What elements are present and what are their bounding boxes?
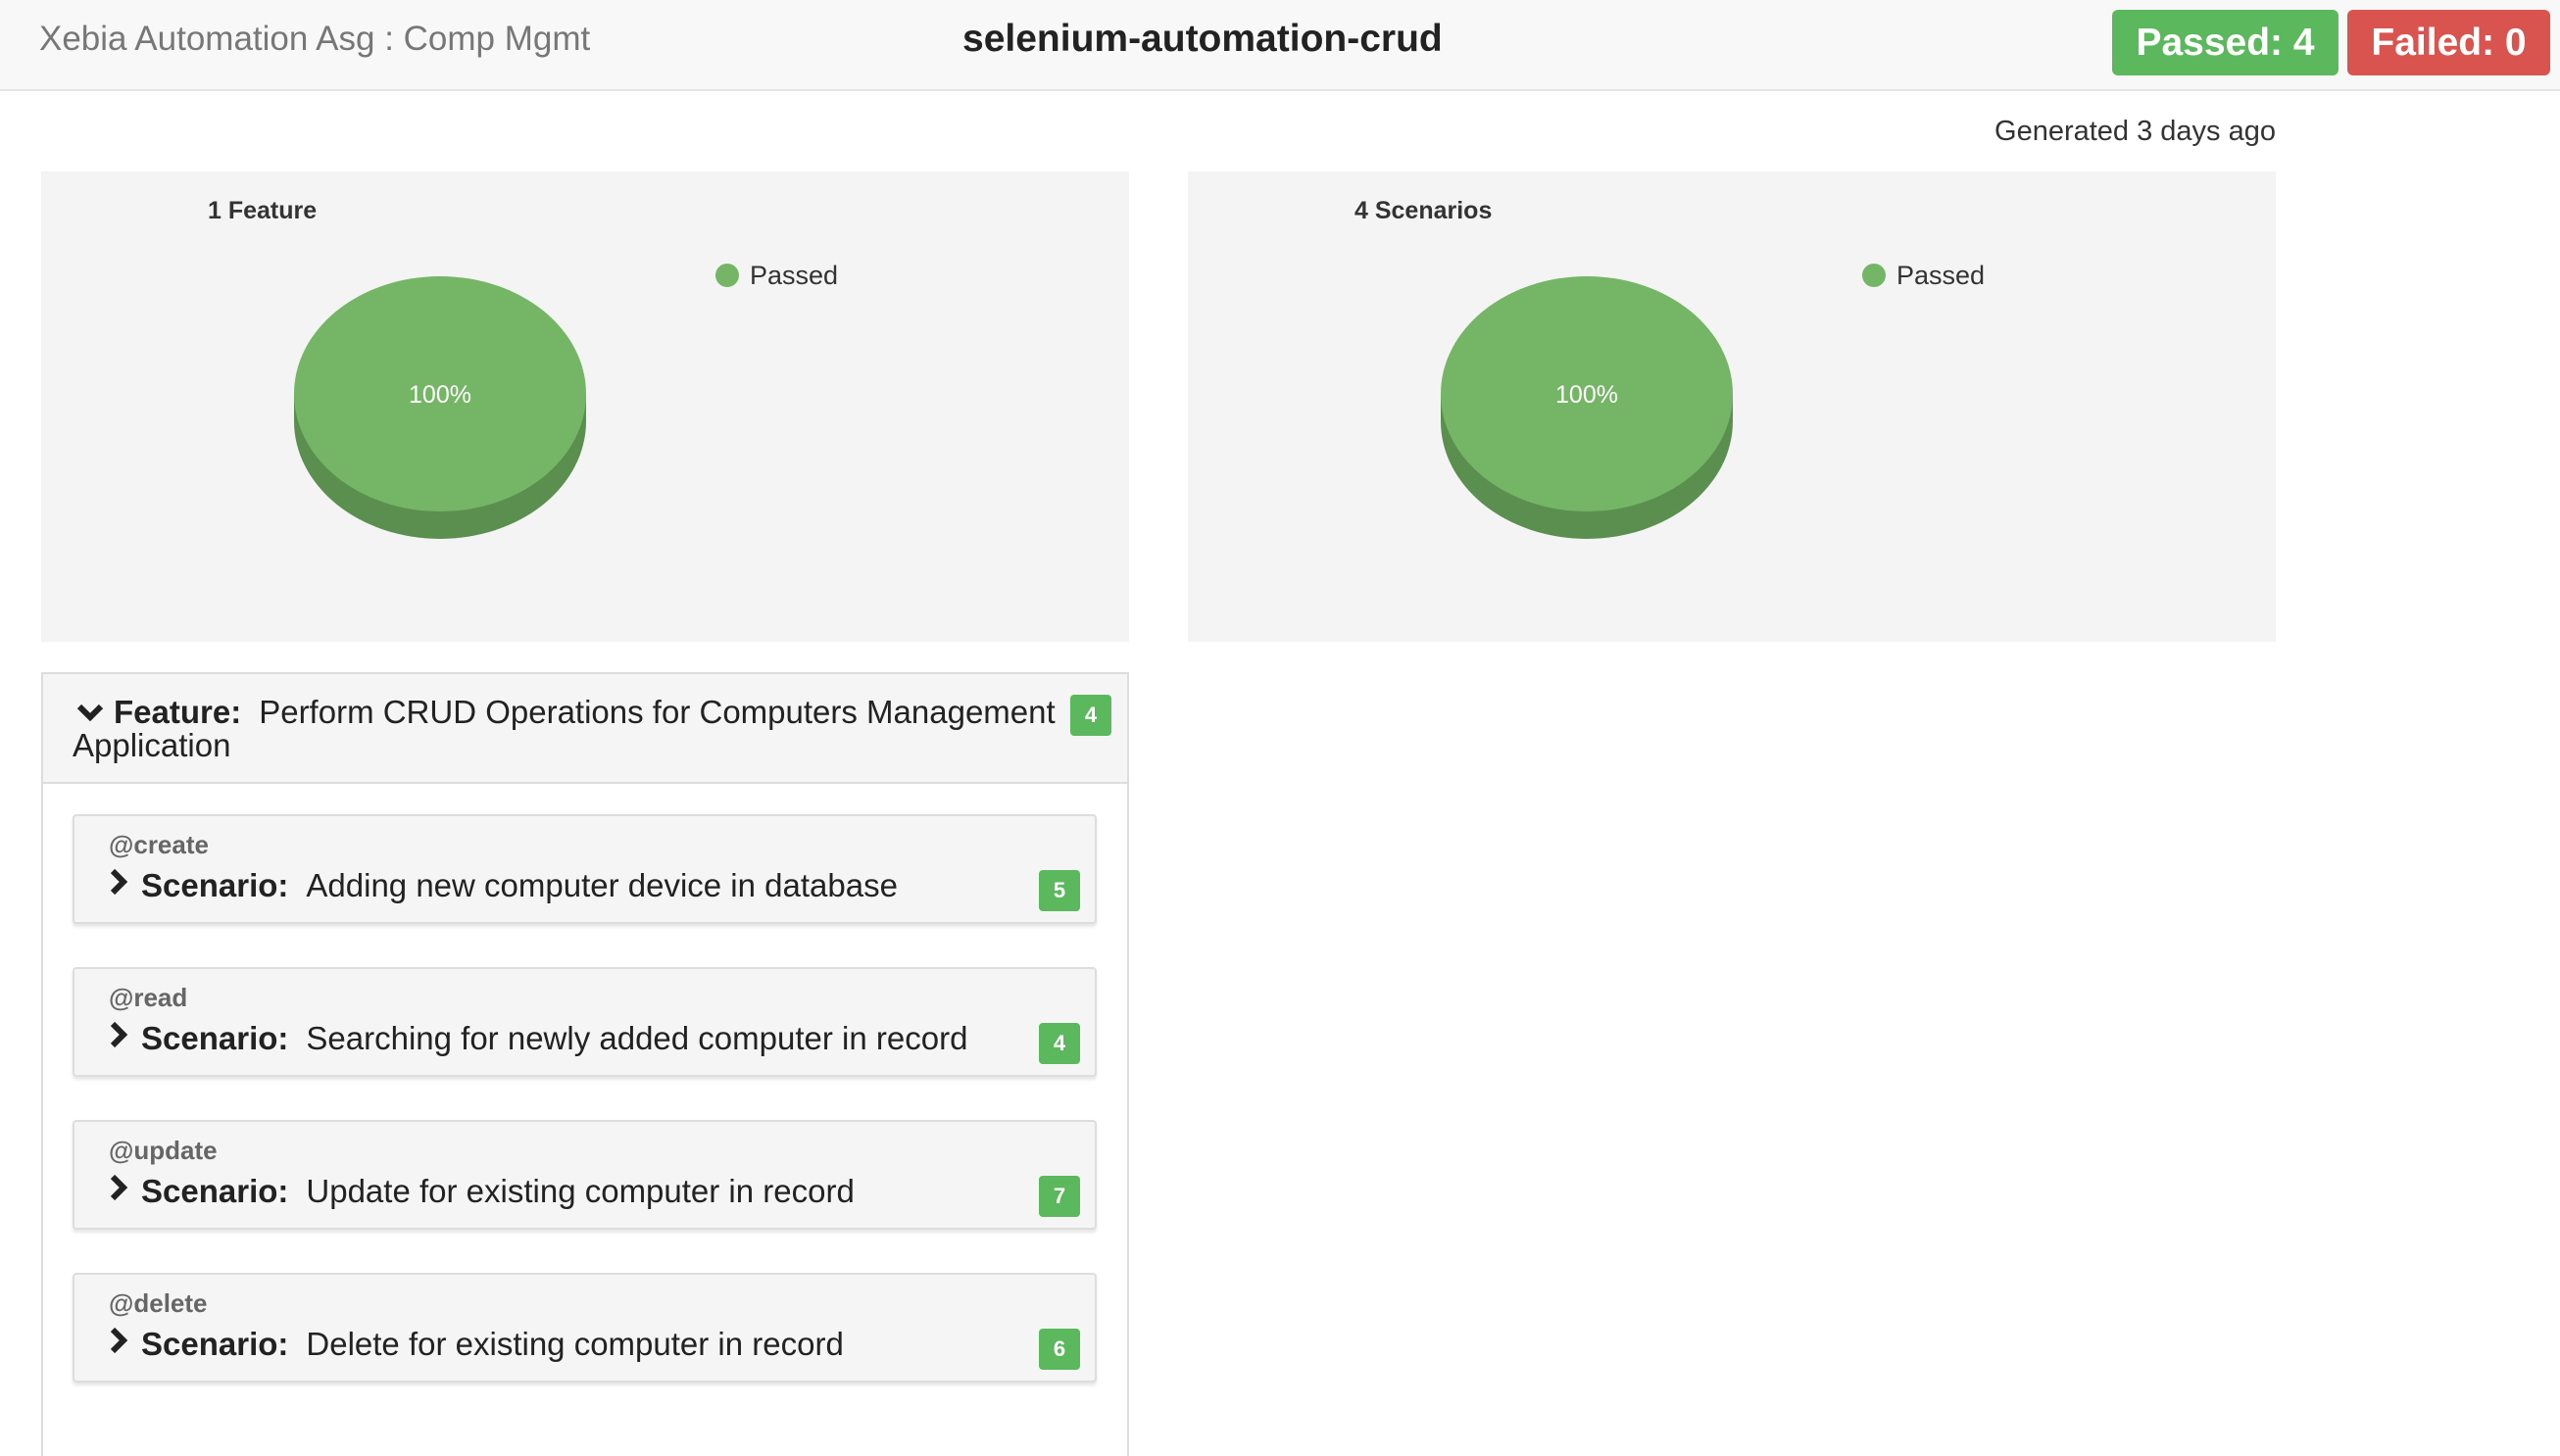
scenario-name: Delete for existing computer in record xyxy=(306,1326,844,1362)
scenario-tag[interactable]: @read xyxy=(109,983,187,1013)
scenario-step-count-badge: 7 xyxy=(1039,1176,1080,1217)
scenario-delete[interactable]: @delete Scenario: Delete for existing com… xyxy=(73,1273,1097,1383)
chevron-right-icon[interactable] xyxy=(110,1019,128,1056)
chart-title: 1 Feature xyxy=(208,197,317,224)
scenario-keyword: Scenario: xyxy=(141,867,289,903)
feature-panel: Feature: Perform CRUD Operations for Comp… xyxy=(41,672,1129,1456)
scenario-update[interactable]: @update Scenario: Update for existing com… xyxy=(73,1120,1097,1230)
scenario-step-count-badge: 5 xyxy=(1039,870,1080,911)
legend-marker-passed xyxy=(1862,264,1886,287)
chart-title: 4 Scenarios xyxy=(1354,197,1492,224)
feature-step-count-badge: 4 xyxy=(1070,695,1111,736)
pie-slice-label: 100% xyxy=(1555,381,1618,409)
chevron-right-icon[interactable] xyxy=(110,1172,128,1209)
app-title[interactable]: Xebia Automation Asg : Comp Mgmt xyxy=(39,20,590,59)
scenarios-pie-chart: 4 Scenarios 100% Passed xyxy=(1354,197,1985,539)
features-pie-chart: 1 Feature 100% Passed xyxy=(208,197,838,539)
failed-total-badge: Failed: 0 xyxy=(2347,10,2550,75)
feature-keyword: Feature: xyxy=(114,694,242,730)
chevron-right-icon[interactable] xyxy=(110,866,128,903)
feature-title[interactable]: Feature: Perform CRUD Operations for Comp… xyxy=(73,696,1092,762)
scenario-tag[interactable]: @update xyxy=(109,1136,218,1166)
scenario-step-count-badge: 4 xyxy=(1039,1023,1080,1064)
scenario-title[interactable]: Scenario: Adding new computer device in d… xyxy=(110,867,898,904)
features-chart-panel: 1 Feature 100% Passed xyxy=(41,171,1129,642)
legend-item-passed[interactable]: Passed xyxy=(750,261,838,290)
scenario-keyword: Scenario: xyxy=(141,1020,289,1056)
generated-timestamp: Generated 3 days ago xyxy=(1994,116,2276,147)
chevron-right-icon[interactable] xyxy=(110,1325,128,1362)
scenario-tag[interactable]: @delete xyxy=(109,1288,208,1319)
legend-item-passed[interactable]: Passed xyxy=(1896,261,1985,290)
top-navbar: Xebia Automation Asg : Comp Mgmt seleniu… xyxy=(0,0,2560,91)
scenario-name: Searching for newly added computer in re… xyxy=(306,1020,968,1056)
scenario-title[interactable]: Scenario: Update for existing computer in… xyxy=(110,1173,855,1210)
scenarios-chart-panel: 4 Scenarios 100% Passed xyxy=(1188,171,2276,642)
scenario-create[interactable]: @create Scenario: Adding new computer dev… xyxy=(73,814,1097,924)
scenario-tag[interactable]: @create xyxy=(109,830,209,860)
scenario-step-count-badge: 6 xyxy=(1039,1329,1080,1370)
legend-marker-passed xyxy=(715,264,739,287)
passed-total-badge: Passed: 4 xyxy=(2112,10,2338,75)
scenario-read[interactable]: @read Scenario: Searching for newly added… xyxy=(73,967,1097,1077)
scenario-title[interactable]: Scenario: Searching for newly added compu… xyxy=(110,1020,967,1057)
scenario-keyword: Scenario: xyxy=(141,1173,289,1209)
scenario-name: Update for existing computer in record xyxy=(306,1173,855,1209)
feature-header[interactable]: Feature: Perform CRUD Operations for Comp… xyxy=(43,674,1127,784)
chevron-down-icon[interactable] xyxy=(76,695,104,728)
scenario-keyword: Scenario: xyxy=(141,1326,289,1362)
report-title: selenium-automation-crud xyxy=(962,18,1443,60)
scenario-name: Adding new computer device in database xyxy=(306,867,898,903)
scenario-title[interactable]: Scenario: Delete for existing computer in… xyxy=(110,1326,844,1363)
pie-slice-label: 100% xyxy=(409,381,471,409)
